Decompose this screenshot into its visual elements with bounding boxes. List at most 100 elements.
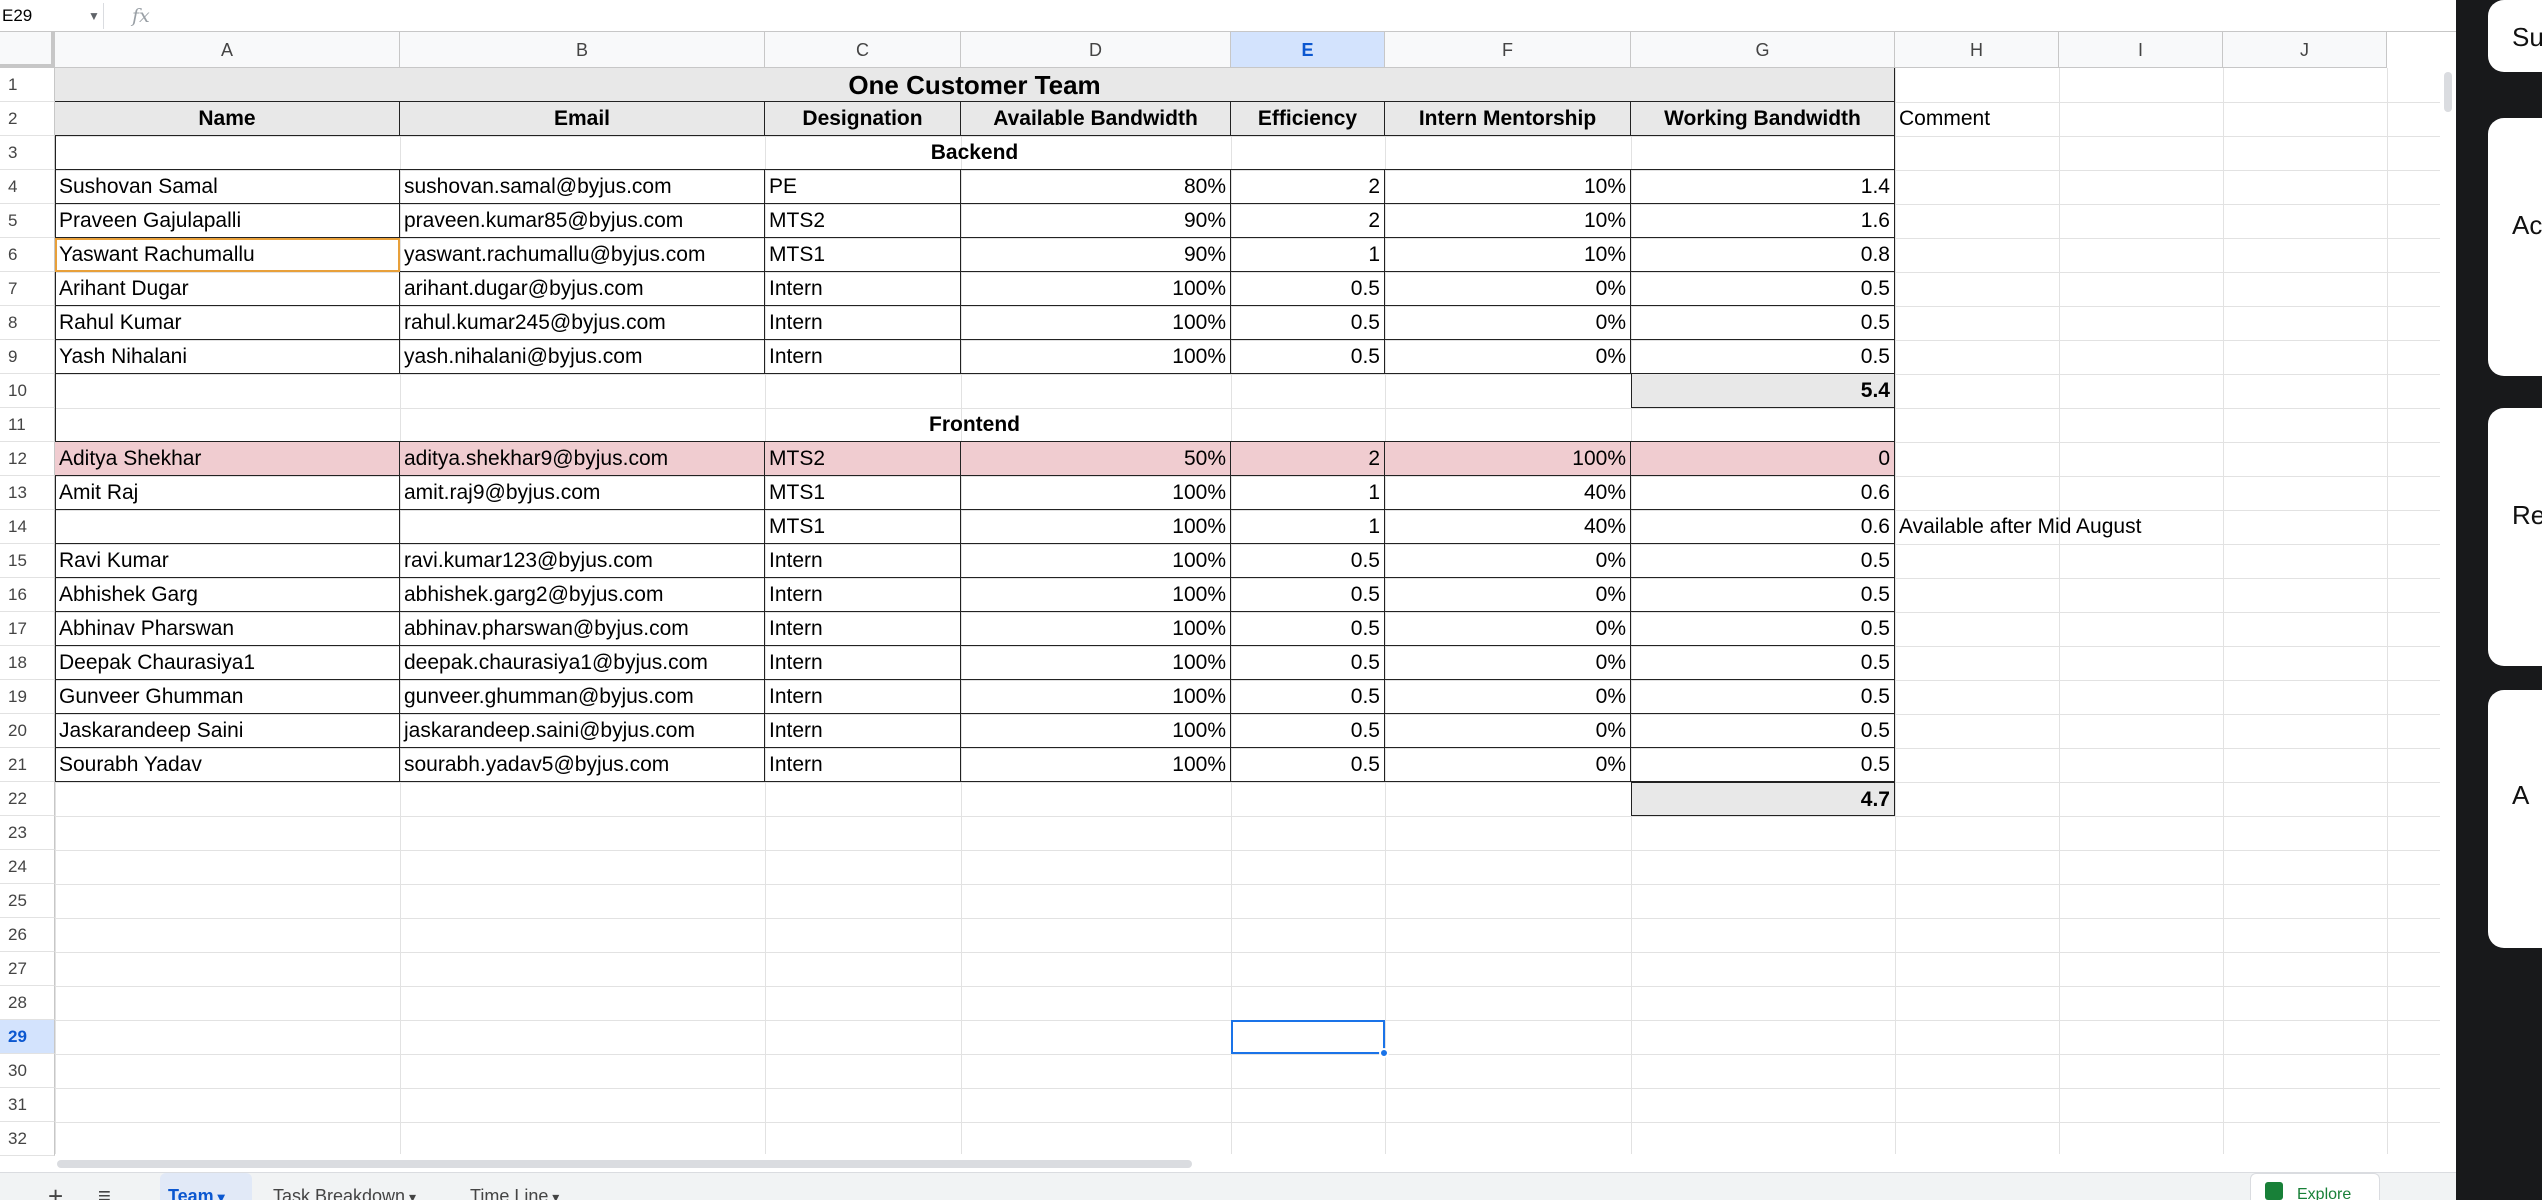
cell-email[interactable]: arihant.dugar@byjus.com: [400, 272, 765, 306]
cell-name[interactable]: Arihant Dugar: [55, 272, 400, 306]
column-header-j[interactable]: J: [2223, 32, 2387, 68]
cell-email[interactable]: yaswant.rachumallu@byjus.com: [400, 238, 765, 272]
row-header-16[interactable]: 16: [0, 578, 55, 612]
cell-working[interactable]: 0: [1631, 442, 1895, 476]
row-header-2[interactable]: 2: [0, 102, 55, 136]
vertical-scrollbar[interactable]: [2440, 68, 2456, 1154]
side-card[interactable]: Ac: [2488, 118, 2542, 376]
cell-working[interactable]: 0.5: [1631, 680, 1895, 714]
cell-mentorship[interactable]: 100%: [1385, 442, 1631, 476]
cell-email[interactable]: amit.raj9@byjus.com: [400, 476, 765, 510]
row-header-23[interactable]: 23: [0, 816, 55, 850]
comment-header[interactable]: Comment: [1895, 102, 2059, 136]
cell-efficiency[interactable]: 0.5: [1231, 306, 1385, 340]
cell-name[interactable]: Abhinav Pharswan: [55, 612, 400, 646]
cell-available[interactable]: 90%: [961, 204, 1231, 238]
cell-working[interactable]: 0.8: [1631, 238, 1895, 272]
row-header-30[interactable]: 30: [0, 1054, 55, 1088]
cell-mentorship[interactable]: 0%: [1385, 646, 1631, 680]
header-working-bandwidth[interactable]: Working Bandwidth: [1631, 102, 1895, 136]
cell-designation[interactable]: MTS2: [765, 204, 961, 238]
cell-name[interactable]: Rahul Kumar: [55, 306, 400, 340]
selected-cell[interactable]: [1231, 1020, 1385, 1054]
row-header-10[interactable]: 10: [0, 374, 55, 408]
explore-button[interactable]: Explore: [2250, 1173, 2380, 1200]
cell-available[interactable]: 100%: [961, 476, 1231, 510]
cell-working[interactable]: 0.5: [1631, 544, 1895, 578]
column-header-i[interactable]: I: [2059, 32, 2223, 68]
cell-working[interactable]: 1.4: [1631, 170, 1895, 204]
cell-name[interactable]: Deepak Chaurasiya1: [55, 646, 400, 680]
header-name[interactable]: Name: [55, 102, 400, 136]
cell-designation[interactable]: PE: [765, 170, 961, 204]
cell-working[interactable]: 0.5: [1631, 578, 1895, 612]
header-available-bandwidth[interactable]: Available Bandwidth: [961, 102, 1231, 136]
cell-mentorship[interactable]: 40%: [1385, 510, 1631, 544]
cell-email[interactable]: rahul.kumar245@byjus.com: [400, 306, 765, 340]
column-header-h[interactable]: H: [1895, 32, 2059, 68]
cell-email[interactable]: sushovan.samal@byjus.com: [400, 170, 765, 204]
cell-mentorship[interactable]: 0%: [1385, 578, 1631, 612]
row-header-5[interactable]: 5: [0, 204, 55, 238]
cell-name[interactable]: Sushovan Samal: [55, 170, 400, 204]
cell-email[interactable]: praveen.kumar85@byjus.com: [400, 204, 765, 238]
row-header-26[interactable]: 26: [0, 918, 55, 952]
cell-mentorship[interactable]: 10%: [1385, 170, 1631, 204]
cell-efficiency[interactable]: 0.5: [1231, 544, 1385, 578]
row-header-24[interactable]: 24: [0, 850, 55, 884]
row-header-19[interactable]: 19: [0, 680, 55, 714]
cell-working[interactable]: 0.5: [1631, 714, 1895, 748]
row-header-11[interactable]: 11: [0, 408, 55, 442]
cell-available[interactable]: 50%: [961, 442, 1231, 476]
cell-available[interactable]: 100%: [961, 714, 1231, 748]
cell-name[interactable]: Gunveer Ghumman: [55, 680, 400, 714]
fill-handle[interactable]: [1379, 1048, 1389, 1058]
cell-available[interactable]: 100%: [961, 680, 1231, 714]
row-header-9[interactable]: 9: [0, 340, 55, 374]
tab-task-breakdown[interactable]: Task Breakdown ▾: [265, 1173, 445, 1200]
tab-team[interactable]: Team ▾: [160, 1173, 252, 1200]
column-header-f[interactable]: F: [1385, 32, 1631, 68]
section-label-backend[interactable]: Backend: [55, 136, 1895, 170]
cell-mentorship[interactable]: 0%: [1385, 680, 1631, 714]
cell-working[interactable]: 0.5: [1631, 306, 1895, 340]
cell-working[interactable]: 0.6: [1631, 476, 1895, 510]
cell-efficiency[interactable]: 1: [1231, 476, 1385, 510]
cell-name[interactable]: Sourabh Yadav: [55, 748, 400, 782]
column-header-d[interactable]: D: [961, 32, 1231, 68]
row-header-22[interactable]: 22: [0, 782, 55, 816]
cell-available[interactable]: 100%: [961, 510, 1231, 544]
cell-designation[interactable]: MTS1: [765, 476, 961, 510]
row-header-18[interactable]: 18: [0, 646, 55, 680]
cell-name[interactable]: Yash Nihalani: [55, 340, 400, 374]
vertical-scroll-thumb[interactable]: [2444, 72, 2452, 112]
sheet-title[interactable]: One Customer Team: [55, 68, 1895, 102]
side-card[interactable]: Re: [2488, 408, 2542, 666]
cell-available[interactable]: 100%: [961, 748, 1231, 782]
row-header-32[interactable]: 32: [0, 1122, 55, 1156]
cell-mentorship[interactable]: 0%: [1385, 612, 1631, 646]
cell-email[interactable]: sourabh.yadav5@byjus.com: [400, 748, 765, 782]
cell-designation[interactable]: Intern: [765, 714, 961, 748]
cell-available[interactable]: 100%: [961, 578, 1231, 612]
horizontal-scroll-thumb[interactable]: [57, 1160, 1192, 1168]
row-header-13[interactable]: 13: [0, 476, 55, 510]
cell-available[interactable]: 100%: [961, 306, 1231, 340]
cell-efficiency[interactable]: 0.5: [1231, 578, 1385, 612]
cell-efficiency[interactable]: 0.5: [1231, 714, 1385, 748]
cell-efficiency[interactable]: 2: [1231, 170, 1385, 204]
cell-available[interactable]: 100%: [961, 612, 1231, 646]
caret-down-icon[interactable]: ▼: [88, 3, 100, 29]
header-efficiency[interactable]: Efficiency: [1231, 102, 1385, 136]
cell-designation[interactable]: MTS2: [765, 442, 961, 476]
cell-mentorship[interactable]: 0%: [1385, 306, 1631, 340]
row-header-15[interactable]: 15: [0, 544, 55, 578]
cell-email[interactable]: abhishek.garg2@byjus.com: [400, 578, 765, 612]
cell-working[interactable]: 0.5: [1631, 340, 1895, 374]
header-intern-mentorship[interactable]: Intern Mentorship: [1385, 102, 1631, 136]
row-header-17[interactable]: 17: [0, 612, 55, 646]
cell-designation[interactable]: Intern: [765, 748, 961, 782]
header-designation[interactable]: Designation: [765, 102, 961, 136]
row-header-12[interactable]: 12: [0, 442, 55, 476]
side-card[interactable]: A: [2488, 690, 2542, 948]
